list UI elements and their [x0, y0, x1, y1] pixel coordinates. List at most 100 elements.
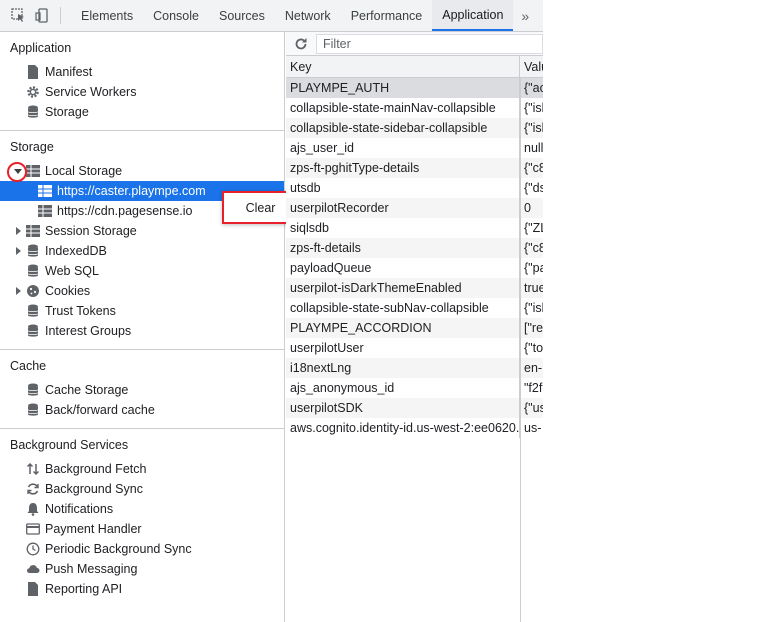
sidebar-item-label: https://caster.plaympe.com: [57, 184, 206, 198]
table-row[interactable]: zps-ft-pghitType-details {"c8: [286, 158, 543, 178]
sidebar-item-periodic-background-sync[interactable]: Periodic Background Sync: [0, 539, 284, 559]
filter-bar: [286, 32, 543, 56]
cell-key: payloadQueue: [286, 258, 520, 278]
database-icon: [26, 264, 40, 278]
section-title-background-services: Background Services: [10, 438, 129, 452]
sidebar-item-interest-groups[interactable]: Interest Groups: [0, 321, 284, 341]
cell-value: ["re: [524, 321, 543, 335]
storage-table-panel: Key Valu PLAYMPE_AUTH {"ac collapsible-st…: [286, 32, 543, 622]
sidebar-item-label: Background Fetch: [45, 462, 147, 476]
cell-key: siqlsdb: [286, 218, 520, 238]
sidebar-item-label: Web SQL: [45, 264, 99, 278]
expand-arrow-right-icon[interactable]: [13, 221, 23, 241]
cell-value: {"isl: [524, 301, 543, 315]
cell-key: utsdb: [286, 178, 520, 198]
fetch-arrows-icon: [26, 462, 40, 476]
sidebar-item-label: Trust Tokens: [45, 304, 116, 318]
sidebar-item-label: Manifest: [45, 65, 93, 79]
sidebar-item-reporting-api[interactable]: Reporting API: [0, 579, 284, 599]
sidebar-item-label: Local Storage: [45, 164, 123, 178]
cell-value: {"to: [524, 341, 543, 355]
sidebar-item-cookies[interactable]: Cookies: [0, 281, 284, 301]
document-icon: [26, 65, 40, 79]
table-row[interactable]: payloadQueue {"pa: [286, 258, 543, 278]
sidebar-item-label: Service Workers: [45, 85, 137, 99]
device-toolbar-icon[interactable]: [30, 0, 54, 31]
table-row[interactable]: PLAYMPE_ACCORDION ["re: [286, 318, 543, 338]
card-icon: [26, 522, 40, 536]
cell-key: aws.cognito.identity-id.us-west-2:ee0620…: [286, 418, 520, 438]
cell-key: collapsible-state-subNav-collapsible: [286, 298, 520, 318]
table-header: Key Valu: [286, 56, 543, 78]
expand-arrow-right-icon[interactable]: [13, 241, 23, 261]
toolbar-divider: [60, 7, 61, 24]
cell-key: userpilot-isDarkThemeEnabled: [286, 278, 520, 298]
sidebar-item-push-messaging[interactable]: Push Messaging: [0, 559, 284, 579]
cell-key: userpilotUser: [286, 338, 520, 358]
sidebar-item-session-storage[interactable]: Session Storage: [0, 221, 284, 241]
sidebar-item-background-sync[interactable]: Background Sync: [0, 479, 284, 499]
column-header-value[interactable]: Valu: [520, 56, 543, 77]
tab-network[interactable]: Network: [275, 0, 341, 31]
table-row[interactable]: i18nextLng en-: [286, 358, 543, 378]
table-row[interactable]: collapsible-state-subNav-collapsible {"is…: [286, 298, 543, 318]
table-row[interactable]: utsdb {"ds: [286, 178, 543, 198]
section-cache: Cache Cache Storage Back/forward cache: [0, 350, 284, 429]
table-row[interactable]: userpilot-isDarkThemeEnabled true: [286, 278, 543, 298]
expand-arrow-right-icon[interactable]: [13, 281, 23, 301]
sidebar-item-trust-tokens[interactable]: Trust Tokens: [0, 301, 284, 321]
column-divider: [520, 78, 521, 622]
grid-table-icon: [26, 164, 40, 178]
gear-icon: [26, 85, 40, 99]
table-row[interactable]: PLAYMPE_AUTH {"ac: [286, 78, 543, 98]
more-tabs-button[interactable]: »: [513, 0, 537, 31]
sidebar-item-websql[interactable]: Web SQL: [0, 261, 284, 281]
refresh-icon[interactable]: [286, 37, 316, 51]
highlight-circle-annotation: [7, 162, 27, 182]
sidebar-item-notifications[interactable]: Notifications: [0, 499, 284, 519]
sidebar-item-service-workers[interactable]: Service Workers: [0, 82, 284, 102]
sidebar-item-back-forward-cache[interactable]: Back/forward cache: [0, 400, 284, 420]
cell-key: zps-ft-pghitType-details: [286, 158, 520, 178]
table-row[interactable]: siqlsdb {"ZL: [286, 218, 543, 238]
sidebar-item-cache-storage[interactable]: Cache Storage: [0, 380, 284, 400]
section-storage: Storage Local Storage https://caster.pla…: [0, 131, 284, 350]
section-background-services: Background Services Background Fetch Bac…: [0, 429, 284, 607]
filter-input[interactable]: [316, 33, 543, 54]
application-sidebar: Application Manifest Service Workers Sto…: [0, 32, 285, 622]
cell-value: {"isl: [524, 101, 543, 115]
context-menu-clear[interactable]: Clear: [246, 201, 276, 215]
inspect-element-icon[interactable]: [6, 0, 30, 31]
document-icon: [26, 582, 40, 596]
table-row[interactable]: userpilotRecorder 0: [286, 198, 543, 218]
table-row[interactable]: userpilotSDK {"us: [286, 398, 543, 418]
sidebar-item-storage[interactable]: Storage: [0, 102, 284, 122]
column-header-key[interactable]: Key: [286, 56, 520, 77]
table-row[interactable]: ajs_anonymous_id "f2f: [286, 378, 543, 398]
tab-performance[interactable]: Performance: [341, 0, 433, 31]
table-row[interactable]: collapsible-state-mainNav-collapsible {"i…: [286, 98, 543, 118]
cell-value: en-: [524, 361, 543, 375]
sidebar-item-label: Notifications: [45, 502, 114, 516]
sidebar-item-background-fetch[interactable]: Background Fetch: [0, 459, 284, 479]
cell-value: "f2f: [524, 381, 543, 395]
database-icon: [26, 403, 40, 417]
tab-application[interactable]: Application: [432, 0, 514, 31]
sidebar-item-manifest[interactable]: Manifest: [0, 62, 284, 82]
table-row[interactable]: zps-ft-details {"c8: [286, 238, 543, 258]
database-icon: [26, 304, 40, 318]
sidebar-item-local-storage[interactable]: Local Storage: [0, 161, 284, 181]
table-row[interactable]: aws.cognito.identity-id.us-west-2:ee0620…: [286, 418, 543, 438]
storage-table: Key Valu PLAYMPE_AUTH {"ac collapsible-st…: [286, 56, 543, 622]
table-row[interactable]: collapsible-state-sidebar-collapsible {"i…: [286, 118, 543, 138]
table-row[interactable]: ajs_user_id null: [286, 138, 543, 158]
tab-elements[interactable]: Elements: [71, 0, 143, 31]
devtools-toolbar: Elements Console Sources Network Perform…: [0, 0, 543, 32]
tab-console[interactable]: Console: [143, 0, 209, 31]
section-application: Application Manifest Service Workers Sto…: [0, 32, 284, 131]
sidebar-item-label: Periodic Background Sync: [45, 542, 192, 556]
tab-sources[interactable]: Sources: [209, 0, 275, 31]
table-row[interactable]: userpilotUser {"to: [286, 338, 543, 358]
sidebar-item-payment-handler[interactable]: Payment Handler: [0, 519, 284, 539]
sidebar-item-indexeddb[interactable]: IndexedDB: [0, 241, 284, 261]
